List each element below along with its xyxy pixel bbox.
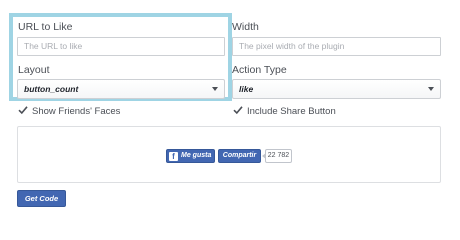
checkmark-icon [233,106,243,115]
chevron-down-icon [428,87,434,91]
width-input[interactable]: The pixel width of the plugin [232,37,441,56]
get-code-button[interactable]: Get Code [17,190,66,207]
like-count: 22 782 [267,152,290,159]
url-label: URL to Like [18,21,73,33]
action-type-label: Action Type [232,64,287,76]
width-label: Width [232,21,259,33]
like-button-label: Me gusta [181,152,212,159]
chevron-down-icon [212,87,218,91]
facebook-icon: f [169,151,178,161]
layout-select[interactable]: button_count [17,79,225,99]
checkmark-icon [18,106,28,115]
action-type-select-value: like [239,84,254,94]
show-faces-label: Show Friends' Faces [32,106,121,117]
plugin-preview: f Me gusta Compartir 22 782 [17,126,441,183]
like-button[interactable]: f Me gusta [166,149,215,163]
share-button-label: Compartir [222,152,257,159]
share-button[interactable]: Compartir [218,149,261,163]
layout-select-value: button_count [24,84,79,94]
show-faces-checkbox[interactable]: Show Friends' Faces [18,105,120,117]
like-count-bubble: 22 782 [262,149,292,163]
layout-label: Layout [18,64,50,76]
url-input[interactable]: The URL to like [17,37,225,56]
include-share-label: Include Share Button [247,106,336,117]
action-type-select[interactable]: like [232,79,441,99]
include-share-checkbox[interactable]: Include Share Button [233,105,336,117]
